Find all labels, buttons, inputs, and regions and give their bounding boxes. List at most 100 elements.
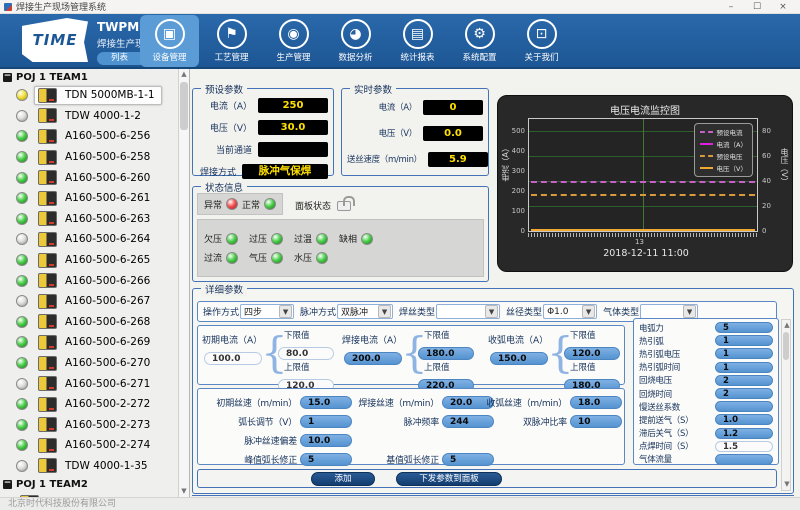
detail-scrollbar[interactable]: ▲ ▼ [781, 319, 791, 491]
tree-device-item[interactable]: A160-500-6-260 [0, 167, 179, 188]
operation-mode-select[interactable]: 四步 [240, 304, 294, 319]
param-value-field[interactable]: 2 [715, 388, 773, 399]
lower-limit-field[interactable]: 120.0 [564, 347, 620, 360]
scroll-thumb[interactable] [783, 332, 789, 360]
collapse-icon[interactable] [3, 480, 12, 489]
tree-device-item[interactable]: A160-500-6-269 [0, 332, 179, 353]
chevron-down-icon[interactable] [582, 305, 595, 318]
scroll-down-icon[interactable]: ▼ [782, 479, 792, 490]
chevron-down-icon[interactable] [378, 305, 391, 318]
lower-limit-field[interactable]: 80.0 [278, 347, 334, 360]
preset-current-label: 电流（A） [198, 99, 252, 112]
nav-item-system-config[interactable]: ⚙系统配置 [450, 15, 509, 67]
welding-machine-icon [38, 294, 57, 309]
crater-wire-speed-field[interactable]: 18.0 [570, 396, 622, 409]
base-arc-correction-field[interactable]: 5 [442, 453, 494, 466]
minimize-button[interactable]: – [718, 2, 744, 12]
arc-length-adjust-field[interactable]: 1 [300, 415, 352, 428]
pulse-speed-deviation-field[interactable]: 10.0 [300, 434, 352, 447]
tree-device-item[interactable]: A160-500-6-261 [0, 188, 179, 209]
send-params-button[interactable]: 下发参数到面板 [396, 472, 502, 486]
double-pulse-ratio-field[interactable]: 10 [570, 415, 622, 428]
chevron-down-icon[interactable] [279, 305, 292, 318]
device-status-led [16, 460, 28, 472]
device-label: A160-500-6-270 [65, 357, 150, 369]
chart-plot: 0204060800100200300400500预设电流电流（A）预设电压电压… [528, 118, 758, 232]
tree-device-item[interactable]: A160-500-6-267 [0, 291, 179, 312]
chevron-down-icon[interactable] [683, 305, 696, 318]
close-button[interactable]: × [770, 2, 796, 12]
nav-item-report[interactable]: ▤统计报表 [388, 15, 447, 67]
nav-item-about[interactable]: ⊡关于我们 [512, 15, 571, 67]
tree-device-item[interactable]: A160-500-6-266 [0, 270, 179, 291]
tree-device-item[interactable]: TDW 4000-1-2 [0, 106, 179, 127]
param-value-field[interactable] [715, 454, 773, 465]
add-button[interactable]: 添加 [311, 472, 375, 486]
tree-group-1[interactable]: POJ 1 TEAM1 [0, 69, 179, 85]
tree-device-item[interactable]: A160-500-6-265 [0, 250, 179, 271]
scroll-up-icon[interactable]: ▲ [179, 69, 189, 80]
process-icon: ⚑ [217, 19, 247, 49]
device-label: TDW 4000-1-2 [65, 110, 141, 122]
param-value-field[interactable]: 1.2 [715, 428, 773, 439]
lower-limit-field[interactable]: 180.0 [418, 347, 474, 360]
nav-item-process[interactable]: ⚑工艺管理 [202, 15, 261, 67]
scroll-down-icon[interactable]: ▼ [179, 486, 189, 497]
param-value-field[interactable]: 1 [715, 335, 773, 346]
scroll-thumb[interactable] [180, 82, 188, 130]
current-value-field[interactable]: 100.0 [204, 352, 262, 365]
param-value-field[interactable] [715, 401, 773, 412]
fault-indicator: 缺相 [339, 232, 373, 245]
nav-item-data-analysis[interactable]: ◕数据分析 [326, 15, 385, 67]
tree-device-item[interactable]: TDW 4000-1-35 [0, 456, 179, 477]
application-window: 焊接生产现场管理系统 – ☐ × TIME TWPM 焊接生产现场管理系统 列表… [0, 0, 800, 510]
pulse-frequency-field[interactable]: 244 [442, 415, 494, 428]
tree-device-item[interactable]: A160-500-6-271 [0, 373, 179, 394]
wire-diameter-label: 丝径类型 [506, 305, 542, 318]
pulse-mode-select[interactable]: 双脉冲 [337, 304, 393, 319]
tree-device-item[interactable]: A160-500-6-270 [0, 353, 179, 374]
list-view-button[interactable]: 列表 [97, 52, 142, 65]
current-value-field[interactable]: 200.0 [344, 352, 402, 365]
chevron-down-icon[interactable] [485, 305, 498, 318]
app-icon [4, 3, 12, 11]
tree-device-item[interactable]: A160-500-6-264 [0, 229, 179, 250]
param-value-field[interactable]: 2 [715, 375, 773, 386]
scroll-up-icon[interactable]: ▲ [782, 320, 792, 331]
pulse-mode-label: 脉冲方式 [300, 305, 336, 318]
tree-device-item[interactable]: A160-500-6-258 [0, 147, 179, 168]
tree-device-item[interactable]: A160-500-2-274 [0, 435, 179, 456]
param-value-field[interactable]: 1 [715, 348, 773, 359]
param-value-field[interactable]: 5 [715, 322, 773, 333]
fault-led [226, 233, 238, 245]
tree-device-item[interactable]: TDN 5000MB-1-1 [0, 85, 179, 106]
tree-device-item[interactable]: A160-500-6-268 [0, 312, 179, 333]
tree-device-item[interactable]: A160-500-2-272 [0, 394, 179, 415]
welding-mode-value: 脉冲气保焊 [242, 164, 328, 179]
device-label: A160-500-6-264 [65, 233, 150, 245]
realtime-current-label: 电流（A） [347, 101, 417, 113]
tree-device-item[interactable]: A160-500-6-256 [0, 126, 179, 147]
tree-device-item[interactable]: A160-500-2-273 [0, 415, 179, 436]
wire-speed-box: 初期丝速（m/min）15.0 焊接丝速（m/min）20.0 收弧丝速（m/m… [197, 388, 625, 465]
wire-type-select[interactable] [436, 304, 500, 319]
nav-item-production[interactable]: ◉生产管理 [264, 15, 323, 67]
current-channel-label: 当前通道 [198, 143, 252, 156]
tree-group-2[interactable]: POJ 1 TEAM2 [0, 476, 179, 492]
current-value-field[interactable]: 150.0 [490, 352, 548, 365]
initial-wire-speed-field[interactable]: 15.0 [300, 396, 352, 409]
param-value-field[interactable]: 1.5 [715, 441, 773, 452]
gas-type-select[interactable] [640, 304, 698, 319]
detail-button-strip: 添加 下发参数到面板 [197, 469, 777, 488]
param-value-field[interactable]: 1 [715, 362, 773, 373]
welding-machine-icon [38, 335, 57, 350]
maximize-button[interactable]: ☐ [744, 2, 770, 12]
window-titlebar: 焊接生产现场管理系统 – ☐ × [0, 0, 800, 14]
wire-diameter-select[interactable]: Φ1.0 [543, 304, 597, 319]
tree-device-item[interactable]: A160-500-6-263 [0, 209, 179, 230]
tree-scrollbar[interactable]: ▲ ▼ [178, 69, 189, 497]
param-value-field[interactable]: 1.0 [715, 414, 773, 425]
nav-item-equipment[interactable]: ▣设备管理 [140, 15, 199, 67]
collapse-icon[interactable] [3, 73, 12, 82]
peak-arc-correction-field[interactable]: 5 [300, 453, 352, 466]
